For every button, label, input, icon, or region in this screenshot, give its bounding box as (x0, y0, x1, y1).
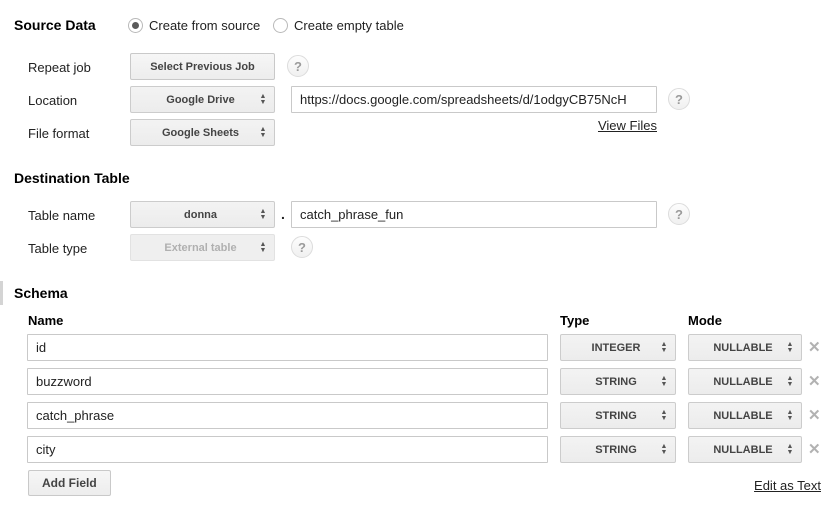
schema-field-type-dropdown[interactable]: STRING ▲▼ (560, 402, 676, 429)
chevron-updown-icon: ▲▼ (256, 94, 274, 106)
schema-field-type-dropdown[interactable]: INTEGER ▲▼ (560, 334, 676, 361)
repeat-job-label: Repeat job (28, 60, 91, 75)
remove-field-icon[interactable]: ✕ (808, 340, 821, 355)
schema-field-type-dropdown[interactable]: STRING ▲▼ (560, 436, 676, 463)
chevron-updown-icon: ▲▼ (657, 342, 675, 354)
table-type-dropdown: External table ▲▼ (130, 234, 275, 261)
schema-field-type-value: STRING (561, 376, 657, 388)
schema-field-mode-value: NULLABLE (689, 342, 783, 354)
location-help-icon[interactable]: ? (668, 88, 690, 110)
schema-field-mode-dropdown[interactable]: NULLABLE ▲▼ (688, 402, 802, 429)
schema-field-type-value: STRING (561, 444, 657, 456)
dataset-table-separator: . (281, 206, 285, 222)
destination-table-heading: Destination Table (14, 170, 130, 186)
select-previous-job-button[interactable]: Select Previous Job (130, 53, 275, 80)
view-files-link[interactable]: View Files (598, 118, 657, 133)
schema-field-mode-value: NULLABLE (689, 444, 783, 456)
chevron-updown-icon: ▲▼ (783, 410, 801, 422)
remove-field-icon[interactable]: ✕ (808, 374, 821, 389)
chevron-updown-icon: ▲▼ (783, 376, 801, 388)
radio-create-from-source-label: Create from source (149, 18, 260, 33)
add-field-button[interactable]: Add Field (28, 470, 111, 496)
table-type-label: Table type (28, 241, 87, 256)
chevron-updown-icon: ▲▼ (657, 376, 675, 388)
schema-field-mode-dropdown[interactable]: NULLABLE ▲▼ (688, 334, 802, 361)
schema-column-header-name: Name (28, 313, 63, 328)
schema-column-header-mode: Mode (688, 313, 722, 328)
table-name-label: Table name (28, 208, 95, 223)
chevron-updown-icon: ▲▼ (657, 444, 675, 456)
radio-create-from-source[interactable]: Create from source (128, 18, 260, 33)
schema-field-name-input[interactable] (27, 368, 548, 395)
chevron-updown-icon: ▲▼ (783, 444, 801, 456)
schema-field-name-input[interactable] (27, 334, 548, 361)
repeat-job-help-icon[interactable]: ? (287, 55, 309, 77)
chevron-updown-icon: ▲▼ (256, 127, 274, 139)
schema-column-header-type: Type (560, 313, 589, 328)
location-url-input[interactable] (291, 86, 657, 113)
file-format-label: File format (28, 126, 89, 141)
schema-field-type-value: INTEGER (561, 342, 657, 354)
schema-field-type-dropdown[interactable]: STRING ▲▼ (560, 368, 676, 395)
table-name-input[interactable] (291, 201, 657, 228)
radio-unselected-icon[interactable] (273, 18, 288, 33)
schema-heading: Schema (14, 285, 68, 301)
table-type-dropdown-value: External table (131, 242, 256, 254)
chevron-updown-icon: ▲▼ (657, 410, 675, 422)
chevron-updown-icon: ▲▼ (783, 342, 801, 354)
edit-as-text-link[interactable]: Edit as Text (754, 478, 821, 493)
schema-field-name-input[interactable] (27, 436, 548, 463)
schema-field-mode-value: NULLABLE (689, 376, 783, 388)
chevron-updown-icon: ▲▼ (256, 242, 274, 254)
edit-as-text-link-wrap: Edit as Text (600, 477, 821, 495)
create-table-form: Source Data Create from source Create em… (0, 0, 833, 516)
radio-selected-icon[interactable] (128, 18, 143, 33)
table-type-help-icon[interactable]: ? (291, 236, 313, 258)
location-label: Location (28, 93, 77, 108)
chevron-updown-icon: ▲▼ (256, 209, 274, 221)
schema-field-mode-dropdown[interactable]: NULLABLE ▲▼ (688, 368, 802, 395)
file-format-dropdown-value: Google Sheets (131, 127, 256, 139)
radio-create-empty-table-label: Create empty table (294, 18, 404, 33)
schema-section-divider (0, 281, 3, 305)
schema-field-name-input[interactable] (27, 402, 548, 429)
schema-field-mode-value: NULLABLE (689, 410, 783, 422)
table-name-help-icon[interactable]: ? (668, 203, 690, 225)
remove-field-icon[interactable]: ✕ (808, 442, 821, 457)
view-files-link-wrap: View Files (291, 117, 657, 135)
schema-field-type-value: STRING (561, 410, 657, 422)
location-source-dropdown-value: Google Drive (131, 94, 256, 106)
remove-field-icon[interactable]: ✕ (808, 408, 821, 423)
file-format-dropdown[interactable]: Google Sheets ▲▼ (130, 119, 275, 146)
source-data-heading: Source Data (14, 17, 96, 33)
location-source-dropdown[interactable]: Google Drive ▲▼ (130, 86, 275, 113)
schema-field-mode-dropdown[interactable]: NULLABLE ▲▼ (688, 436, 802, 463)
dataset-dropdown-value: donna (131, 209, 256, 221)
radio-create-empty-table[interactable]: Create empty table (273, 18, 404, 33)
dataset-dropdown[interactable]: donna ▲▼ (130, 201, 275, 228)
